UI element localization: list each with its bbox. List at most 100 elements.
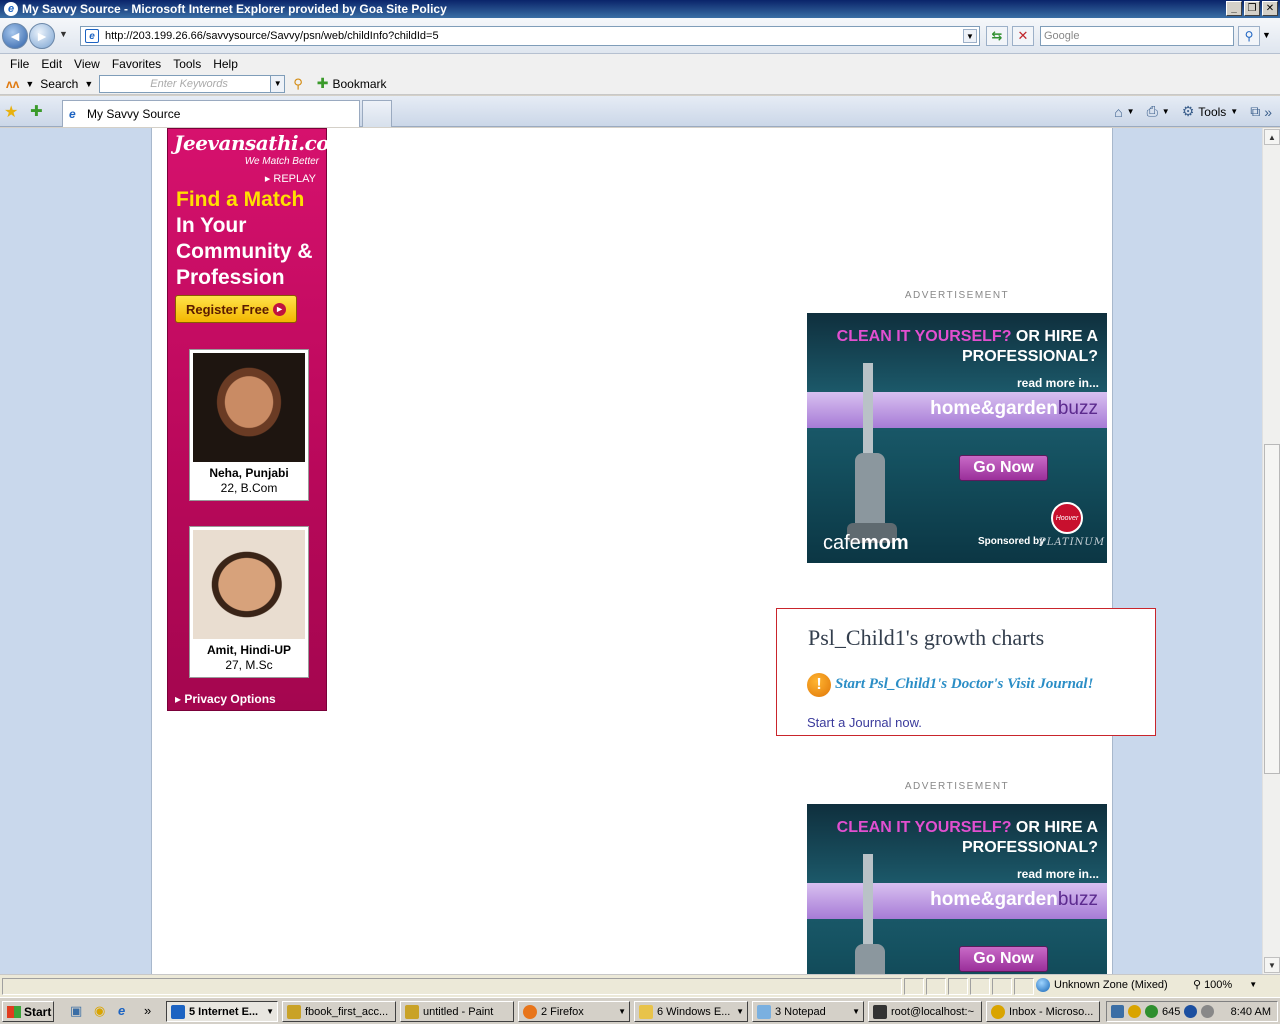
- menu-tools[interactable]: Tools: [167, 57, 207, 71]
- zoom-dropdown-icon[interactable]: ▼: [1249, 980, 1257, 989]
- task-firefox[interactable]: 2 Firefox ▼: [518, 1001, 630, 1022]
- command-bar: ⌂ ▼ ⎙ ▼ ⚙ Tools ▼ ⧉ »: [1114, 103, 1272, 120]
- zone-label: Unknown Zone (Mixed): [1054, 979, 1168, 991]
- tools-dropdown-icon[interactable]: ▼: [1230, 107, 1238, 116]
- register-free-button[interactable]: Register Free ►: [175, 295, 297, 323]
- tab-my-savvy-source[interactable]: e My Savvy Source: [62, 100, 360, 127]
- cafemom-ad[interactable]: CLEAN IT YOURSELF? OR HIRE A PROFESSIONA…: [807, 313, 1107, 563]
- bookmark-button[interactable]: Bookmark: [333, 77, 387, 91]
- jeevansathi-tagline: We Match Better: [244, 156, 319, 167]
- jeevansathi-ad[interactable]: Jeevansathi.com We Match Better ▸ REPLAY…: [167, 128, 350, 711]
- task-internet-explorer[interactable]: 5 Internet E... ▼: [166, 1001, 278, 1022]
- outlook-tray-icon[interactable]: [1128, 1005, 1141, 1018]
- close-window-button[interactable]: ✕: [1262, 1, 1278, 16]
- security-zone[interactable]: Unknown Zone (Mixed): [1036, 978, 1168, 992]
- messenger-tray-icon[interactable]: [1145, 1005, 1158, 1018]
- search-input[interactable]: Google: [1040, 26, 1234, 46]
- profile-details: 22, B.Com: [220, 481, 278, 495]
- search-options-dropdown-icon[interactable]: ▼: [1262, 30, 1271, 40]
- scroll-thumb[interactable]: [1264, 444, 1280, 774]
- scroll-down-icon[interactable]: ▼: [1264, 957, 1280, 973]
- task-fbook[interactable]: fbook_first_acc...: [282, 1001, 396, 1022]
- stop-button[interactable]: ✕: [1012, 26, 1034, 46]
- cafemom-ad[interactable]: CLEAN IT YOURSELF? OR HIRE A PROFESSIONA…: [807, 804, 1107, 974]
- search-toolbar: ᴧᴧ ▼ Search ▼ Enter Keywords ▼ ⚲ ✚ Bookm…: [0, 73, 1280, 95]
- research-icon[interactable]: ⧉: [1250, 103, 1260, 120]
- task-label: untitled - Paint: [423, 1005, 494, 1018]
- growth-charts-panel: Psl_Child1's growth charts ! Start Psl_C…: [776, 608, 1156, 736]
- menu-file[interactable]: File: [4, 57, 35, 71]
- vertical-scrollbar[interactable]: ▲ ▼: [1262, 128, 1280, 974]
- tray-badge: 645: [1162, 1005, 1181, 1018]
- refresh-button[interactable]: ⇆: [986, 26, 1008, 46]
- ask-logo-icon[interactable]: ᴧᴧ: [6, 77, 19, 91]
- profile-photo: [193, 530, 305, 639]
- ask-dropdown-icon[interactable]: ▼: [25, 79, 34, 89]
- stop-icon: ✕: [1017, 28, 1029, 43]
- start-journal-link[interactable]: Start a Journal now.: [807, 715, 922, 730]
- address-dropdown-icon[interactable]: ▼: [963, 29, 977, 43]
- show-desktop-icon[interactable]: ▣: [70, 1003, 82, 1019]
- home-icon[interactable]: ⌂: [1114, 104, 1122, 120]
- outlook-quicklaunch-icon[interactable]: ◉: [94, 1003, 105, 1019]
- task-outlook[interactable]: Inbox - Microso...: [986, 1001, 1100, 1022]
- sponsored-by-text: Sponsored by: [978, 536, 1045, 547]
- ie-quicklaunch-icon[interactable]: e: [118, 1003, 125, 1018]
- quicklaunch-more-icon[interactable]: »: [144, 1003, 151, 1018]
- address-url[interactable]: http://203.199.26.66/savvysource/Savvy/p…: [105, 30, 439, 42]
- task-terminal[interactable]: root@localhost:~: [868, 1001, 982, 1022]
- cafe-text: cafe: [823, 532, 861, 554]
- zoom-control[interactable]: ⚲ 100% ▼: [1193, 978, 1257, 992]
- keywords-dropdown-icon[interactable]: ▼: [270, 75, 285, 92]
- gear-icon: ⚙: [1181, 103, 1195, 119]
- task-label: 2 Firefox: [541, 1005, 584, 1018]
- antivirus-tray-icon[interactable]: [1184, 1005, 1198, 1018]
- print-dropdown-icon[interactable]: ▼: [1162, 107, 1170, 116]
- scroll-up-icon[interactable]: ▲: [1264, 129, 1280, 145]
- task-paint[interactable]: untitled - Paint: [400, 1001, 514, 1022]
- start-journal-prompt[interactable]: Start Psl_Child1's Doctor's Visit Journa…: [835, 676, 1093, 693]
- back-button[interactable]: ◄: [2, 23, 28, 49]
- hoover-logo: Hoover: [1051, 502, 1083, 534]
- restore-button[interactable]: ❐: [1244, 1, 1260, 16]
- forward-button[interactable]: ►: [29, 23, 55, 49]
- start-button[interactable]: Start: [2, 1001, 54, 1022]
- task-group-dropdown-icon: ▼: [736, 1007, 744, 1016]
- search-dropdown-icon[interactable]: ▼: [84, 79, 93, 89]
- toolbar-expand-icon[interactable]: »: [1264, 104, 1272, 120]
- home-dropdown-icon[interactable]: ▼: [1127, 107, 1135, 116]
- recent-pages-dropdown-icon[interactable]: ▼: [59, 29, 68, 39]
- minimize-button[interactable]: _: [1226, 1, 1242, 16]
- keywords-input[interactable]: Enter Keywords ▼: [99, 74, 286, 93]
- replay-link[interactable]: ▸ REPLAY: [265, 172, 316, 185]
- favorites-star-icon[interactable]: ★: [4, 102, 18, 122]
- menu-favorites[interactable]: Favorites: [106, 57, 167, 71]
- add-favorite-icon[interactable]: ✚: [30, 102, 43, 120]
- ie-icon: [171, 1004, 185, 1019]
- profile-card[interactable]: Neha, Punjabi 22, B.Com: [189, 349, 309, 501]
- menu-edit[interactable]: Edit: [35, 57, 68, 71]
- task-label: root@localhost:~: [891, 1005, 975, 1018]
- network-icon[interactable]: [1111, 1005, 1124, 1018]
- keywords-search-icon[interactable]: ⚲: [293, 76, 303, 92]
- new-tab-button[interactable]: [362, 100, 392, 127]
- task-windows-explorer[interactable]: 6 Windows E... ▼: [634, 1001, 748, 1022]
- go-now-button[interactable]: Go Now: [959, 455, 1048, 481]
- search-go-button[interactable]: ⚲: [1238, 26, 1260, 46]
- clock[interactable]: 8:40 AM: [1231, 1006, 1271, 1018]
- tools-menu-button[interactable]: Tools: [1198, 105, 1226, 119]
- menu-view[interactable]: View: [68, 57, 106, 71]
- status-text-area: [2, 977, 902, 995]
- go-now-button[interactable]: Go Now: [959, 946, 1048, 972]
- profile-name: Amit, Hindi-UP: [207, 643, 291, 657]
- task-notepad[interactable]: 3 Notepad ▼: [752, 1001, 864, 1022]
- print-icon[interactable]: ⎙: [1147, 103, 1158, 120]
- globe-icon: [1036, 978, 1050, 992]
- toolbar-search-button[interactable]: Search: [40, 77, 78, 91]
- address-bar[interactable]: e http://203.199.26.66/savvysource/Savvy…: [80, 26, 980, 46]
- profile-card[interactable]: Amit, Hindi-UP 27, M.Sc: [189, 526, 309, 678]
- popup-blocker-icon[interactable]: [970, 977, 990, 995]
- volume-tray-icon[interactable]: [1201, 1005, 1215, 1018]
- privacy-options-link[interactable]: ▸ Privacy Options: [175, 692, 276, 706]
- menu-help[interactable]: Help: [207, 57, 244, 71]
